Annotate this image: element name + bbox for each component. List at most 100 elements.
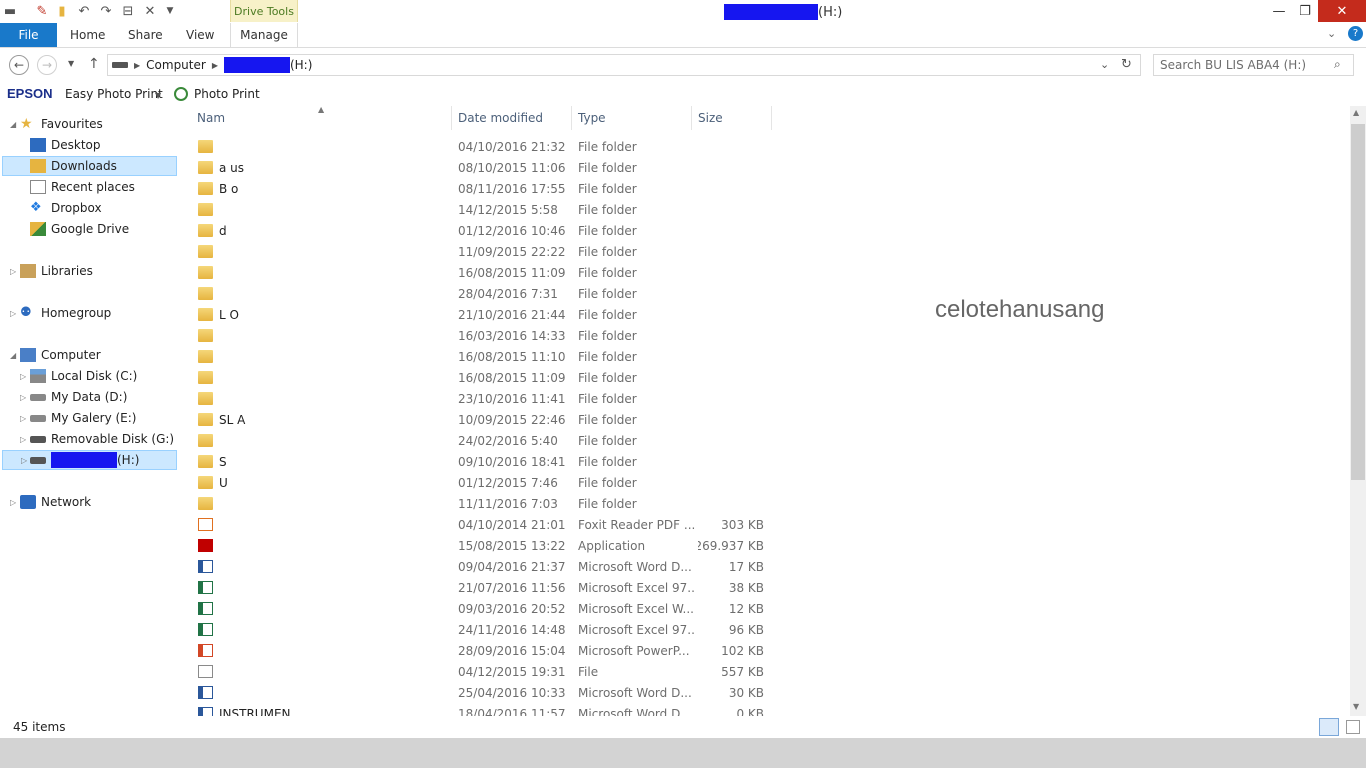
properties-icon[interactable]: ✎ — [34, 3, 50, 19]
vertical-scrollbar[interactable]: ▲ ▼ — [1350, 106, 1366, 716]
tree-computer[interactable]: Computer — [20, 345, 101, 365]
tree-drive-c[interactable]: Local Disk (C:) — [30, 366, 137, 386]
tab-file[interactable]: File — [0, 23, 57, 47]
column-header-size[interactable]: Size — [692, 106, 772, 130]
table-row[interactable]: 24/11/2016 14:48 Microsoft Excel 97... 96 … — [194, 619, 774, 640]
back-button[interactable]: ← — [9, 55, 29, 75]
search-input[interactable]: Search BU LIS ABA4 (H:) ⌕ — [1153, 54, 1354, 76]
table-row[interactable]: B o 08/11/2016 17:55 File folder — [194, 178, 774, 199]
up-icon[interactable]: ↑ — [88, 56, 100, 72]
table-row[interactable]: 11/09/2015 22:22 File folder — [194, 241, 774, 262]
collapse-icon[interactable]: ◢ — [10, 351, 16, 360]
delete-icon[interactable]: ✕ — [142, 3, 158, 19]
undo-icon[interactable]: ↶ — [76, 3, 92, 19]
expand-ribbon-icon[interactable]: ⌄ — [1327, 27, 1336, 40]
tree-drive-e[interactable]: My Galery (E:) — [30, 408, 136, 428]
file-list[interactable]: Nam ▲ Date modified Type Size 04/10/2016… — [180, 106, 1350, 716]
table-row[interactable]: 28/04/2016 7:31 File folder — [194, 283, 774, 304]
item-count: 45 items — [13, 720, 66, 734]
breadcrumb-computer[interactable]: Computer — [146, 58, 206, 72]
table-row[interactable]: 23/10/2016 11:41 File folder — [194, 388, 774, 409]
tab-share[interactable]: Share — [128, 23, 163, 47]
scrollbar-thumb[interactable] — [1351, 124, 1365, 480]
chevron-right-icon[interactable]: ▶ — [134, 61, 140, 70]
table-row[interactable]: U 01/12/2015 7:46 File folder — [194, 472, 774, 493]
table-row[interactable]: 11/11/2016 7:03 File folder — [194, 493, 774, 514]
table-row[interactable]: 16/03/2016 14:33 File folder — [194, 325, 774, 346]
table-row[interactable]: d 01/12/2016 10:46 File folder — [194, 220, 774, 241]
table-row[interactable]: 16/08/2015 11:10 File folder — [194, 346, 774, 367]
tree-libraries[interactable]: Libraries — [20, 261, 93, 281]
table-row[interactable]: 04/10/2016 21:32 File folder — [194, 136, 774, 157]
tree-dropbox[interactable]: ❖ Dropbox — [30, 198, 102, 218]
help-icon[interactable]: ? — [1348, 26, 1363, 41]
chevron-down-icon[interactable]: ▼ — [155, 91, 161, 100]
expand-icon[interactable]: ▷ — [10, 309, 16, 318]
table-row[interactable]: INSTRUMEN 18/04/2016 11:57 Microsoft Word … — [194, 703, 774, 716]
customize-toolbar-icon[interactable]: ▼ — [162, 3, 178, 19]
chevron-right-icon[interactable]: ▶ — [212, 61, 218, 70]
forward-button[interactable]: → — [37, 55, 57, 75]
tree-recent-places[interactable]: Recent places — [30, 177, 135, 197]
scroll-up-icon[interactable]: ▲ — [1353, 108, 1359, 117]
restore-button[interactable]: ❐ — [1288, 0, 1322, 22]
expand-icon[interactable]: ▷ — [20, 372, 26, 381]
tree-downloads[interactable]: Downloads — [2, 156, 177, 176]
tree-drive-g[interactable]: Removable Disk (G:) — [30, 429, 174, 449]
tree-drive-d[interactable]: My Data (D:) — [30, 387, 127, 407]
table-row[interactable]: 09/03/2016 20:52 Microsoft Excel W... 12 K… — [194, 598, 774, 619]
table-row[interactable]: 04/10/2014 21:01 Foxit Reader PDF ... 303 … — [194, 514, 774, 535]
file-name-cell: SL A — [198, 409, 448, 430]
address-dropdown-icon[interactable]: ⌄ — [1100, 58, 1109, 71]
tab-view[interactable]: View — [186, 23, 214, 47]
table-row[interactable]: 16/08/2015 11:09 File folder — [194, 262, 774, 283]
tree-favourites[interactable]: ★ Favourites — [20, 114, 103, 134]
search-icon[interactable]: ⌕ — [1334, 57, 1341, 72]
tree-homegroup[interactable]: ⚉ Homegroup — [20, 303, 111, 323]
table-row[interactable]: 21/07/2016 11:56 Microsoft Excel 97... 38 … — [194, 577, 774, 598]
details-view-icon[interactable] — [1319, 718, 1339, 736]
expand-icon[interactable]: ▷ — [21, 456, 27, 465]
tree-desktop[interactable]: Desktop — [30, 135, 101, 155]
expand-icon[interactable]: ▷ — [10, 498, 16, 507]
table-row[interactable]: 04/12/2015 19:31 File 557 KB — [194, 661, 774, 682]
column-header-type[interactable]: Type — [572, 106, 692, 130]
expand-icon[interactable]: ▷ — [10, 267, 16, 276]
breadcrumb-drive[interactable]: (H:) — [290, 58, 312, 72]
table-row[interactable]: 09/04/2016 21:37 Microsoft Word D... 17 KB — [194, 556, 774, 577]
table-row[interactable]: 24/02/2016 5:40 File folder — [194, 430, 774, 451]
computer-icon — [20, 348, 36, 362]
table-row[interactable]: 14/12/2015 5:58 File folder — [194, 199, 774, 220]
tree-drive-h[interactable]: ▷ (H:) — [2, 450, 177, 470]
large-icons-view-icon[interactable] — [1346, 720, 1360, 734]
recent-locations-icon[interactable]: ▼ — [68, 59, 74, 68]
table-row[interactable]: 16/08/2015 11:09 File folder — [194, 367, 774, 388]
file-name-cell — [198, 514, 448, 535]
new-folder-icon[interactable]: ▮ — [54, 3, 70, 19]
photo-print-button[interactable]: Photo Print — [194, 87, 260, 101]
table-row[interactable]: 25/04/2016 10:33 Microsoft Word D... 30 KB — [194, 682, 774, 703]
expand-icon[interactable]: ▷ — [20, 414, 26, 423]
table-row[interactable]: 28/09/2016 15:04 Microsoft PowerP... 102 K… — [194, 640, 774, 661]
expand-icon[interactable]: ▷ — [20, 435, 26, 444]
tab-home[interactable]: Home — [70, 23, 105, 47]
column-header-date[interactable]: Date modified — [452, 106, 572, 130]
table-row[interactable]: L O 21/10/2016 21:44 File folder — [194, 304, 774, 325]
rename-icon[interactable]: ⊟ — [120, 3, 136, 19]
scroll-down-icon[interactable]: ▼ — [1353, 702, 1359, 711]
close-button[interactable]: ✕ — [1318, 0, 1366, 22]
table-row[interactable]: SL A 10/09/2015 22:46 File folder — [194, 409, 774, 430]
expand-icon[interactable]: ▷ — [20, 393, 26, 402]
tab-manage[interactable]: Manage — [230, 23, 298, 47]
address-bar[interactable]: ▶ Computer ▶ (H:) ⌄ ↻ — [107, 54, 1141, 76]
tree-network[interactable]: Network — [20, 492, 91, 512]
collapse-icon[interactable]: ◢ — [10, 120, 16, 129]
table-row[interactable]: a us 08/10/2015 11:06 File folder — [194, 157, 774, 178]
table-row[interactable]: 15/08/2015 13:22 Application 269.937 KB — [194, 535, 774, 556]
redo-icon[interactable]: ↷ — [98, 3, 114, 19]
drive-icon — [112, 62, 128, 68]
tree-google-drive[interactable]: Google Drive — [30, 219, 129, 239]
table-row[interactable]: S 09/10/2016 18:41 File folder — [194, 451, 774, 472]
refresh-icon[interactable]: ↻ — [1121, 57, 1132, 72]
easy-photo-print-button[interactable]: Easy Photo Print — [65, 87, 163, 101]
